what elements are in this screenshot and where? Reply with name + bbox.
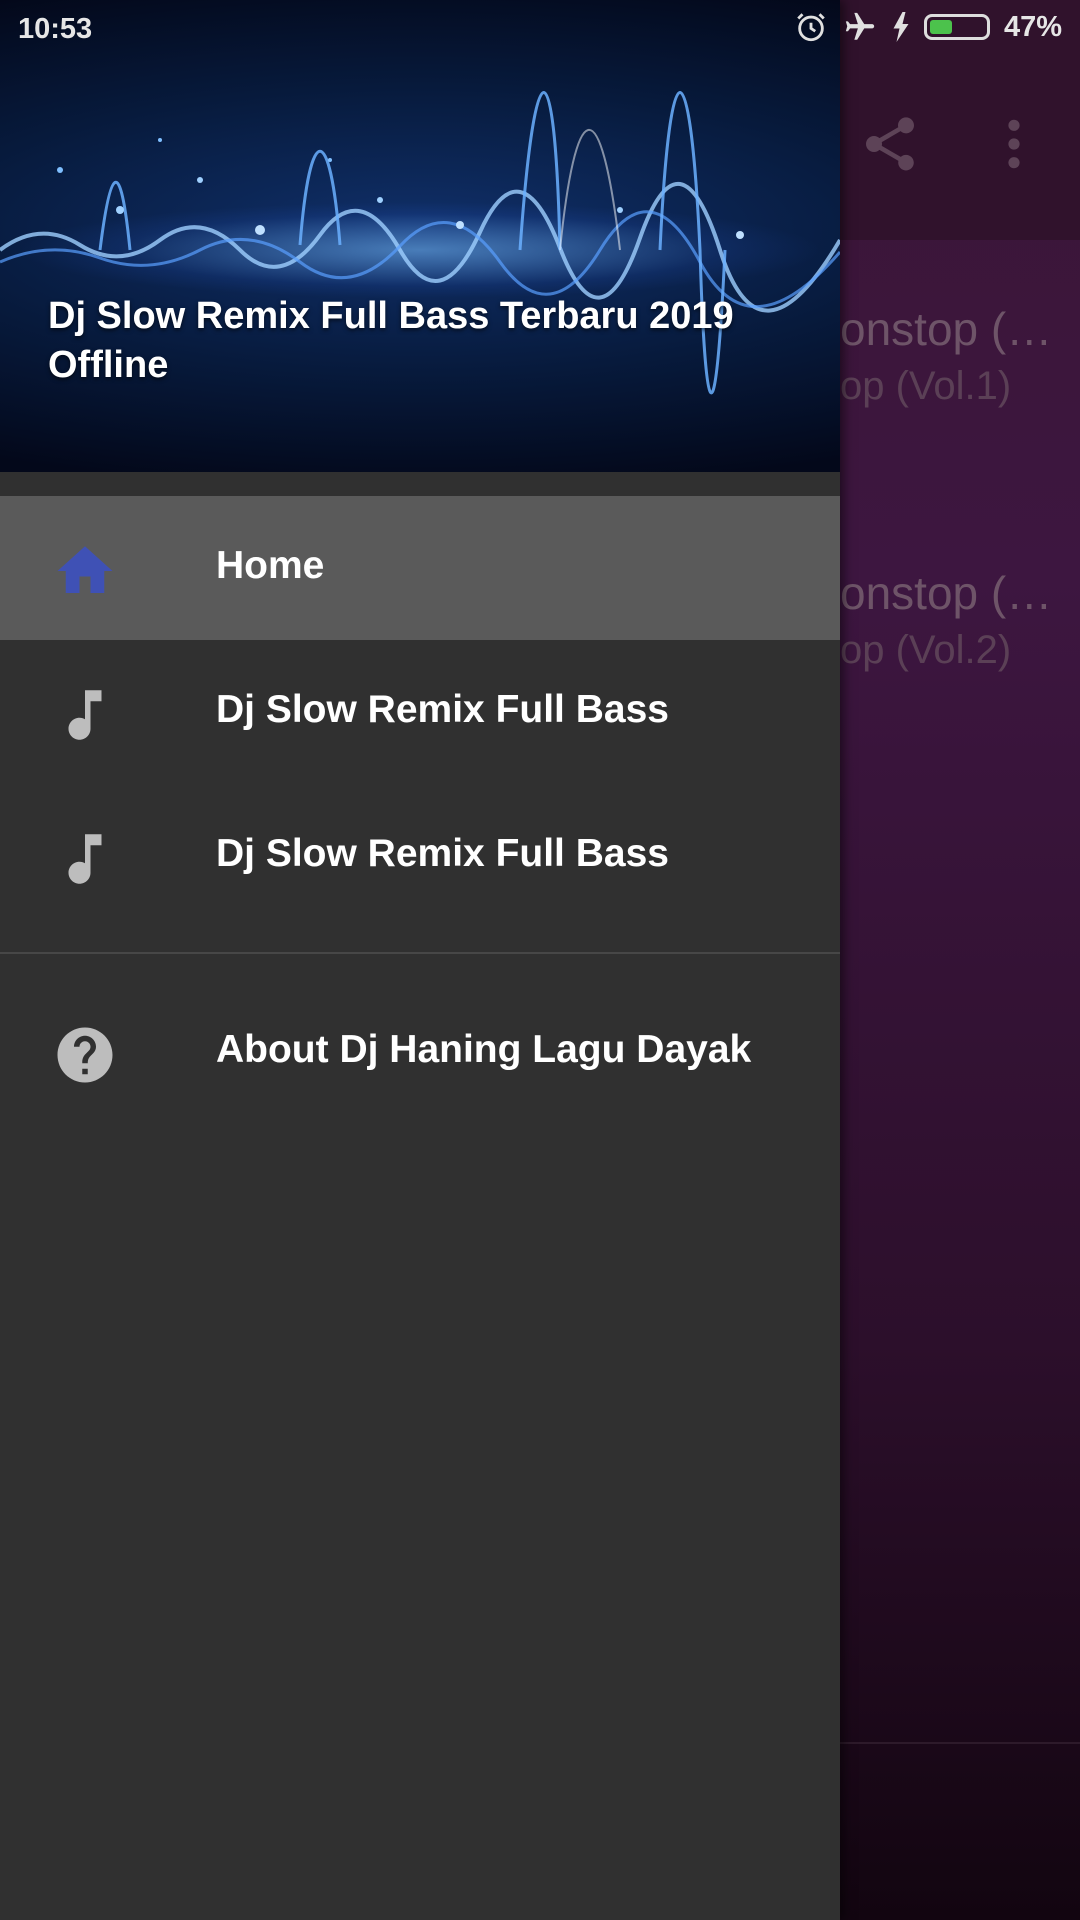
- battery-percent: 47%: [1003, 10, 1062, 43]
- drawer-item-dj-slow-remix-1[interactable]: Dj Slow Remix Full Bass: [0, 640, 840, 784]
- drawer-divider: [0, 952, 840, 954]
- background-item-subtitle: op (Vol.2): [840, 628, 1012, 672]
- airplane-icon: [845, 12, 875, 40]
- drawer-item-label: Dj Slow Remix Full Bass: [216, 832, 669, 875]
- home-icon: [57, 546, 113, 593]
- background-list-item[interactable]: onstop (… op (Vol.1): [840, 302, 1052, 409]
- alarm-icon: [797, 13, 825, 42]
- navigation-drawer: Dj Slow Remix Full Bass Terbaru 2019 Off…: [0, 0, 840, 1920]
- battery-icon: [923, 14, 990, 40]
- status-bar: 10:53 47%: [0, 0, 1080, 60]
- battery-fill: [929, 20, 953, 34]
- help-icon: [57, 1027, 113, 1083]
- background-item-title: onstop (…: [840, 567, 1053, 619]
- drawer-item-about[interactable]: About Dj Haning Lagu Dayak: [0, 980, 840, 1124]
- drawer-item-label: About Dj Haning Lagu Dayak: [216, 1028, 752, 1071]
- drawer-header-title: Dj Slow Remix Full Bass Terbaru 2019 Off…: [48, 295, 734, 386]
- background-list-item[interactable]: onstop (… op (Vol.2): [840, 566, 1052, 673]
- drawer-item-label: Dj Slow Remix Full Bass: [216, 688, 669, 731]
- drawer-item-dj-slow-remix-2[interactable]: Dj Slow Remix Full Bass: [0, 784, 840, 928]
- drawer-header: Dj Slow Remix Full Bass Terbaru 2019 Off…: [0, 0, 840, 472]
- drawer-item-home[interactable]: Home: [0, 496, 840, 640]
- charging-icon: [893, 12, 909, 42]
- background-item-title: onstop (…: [840, 303, 1053, 355]
- status-icons: 47%: [794, 10, 1062, 44]
- more-vert-icon[interactable]: [990, 116, 1038, 172]
- music-note-icon: [68, 690, 102, 740]
- sound-wave-image: [0, 91, 840, 395]
- share-icon[interactable]: [858, 112, 922, 176]
- status-time: 10:53: [18, 13, 93, 45]
- drawer-item-label: Home: [216, 544, 325, 587]
- background-divider: [840, 1742, 1080, 1744]
- music-note-icon: [68, 834, 102, 884]
- background-item-subtitle: op (Vol.1): [840, 364, 1012, 408]
